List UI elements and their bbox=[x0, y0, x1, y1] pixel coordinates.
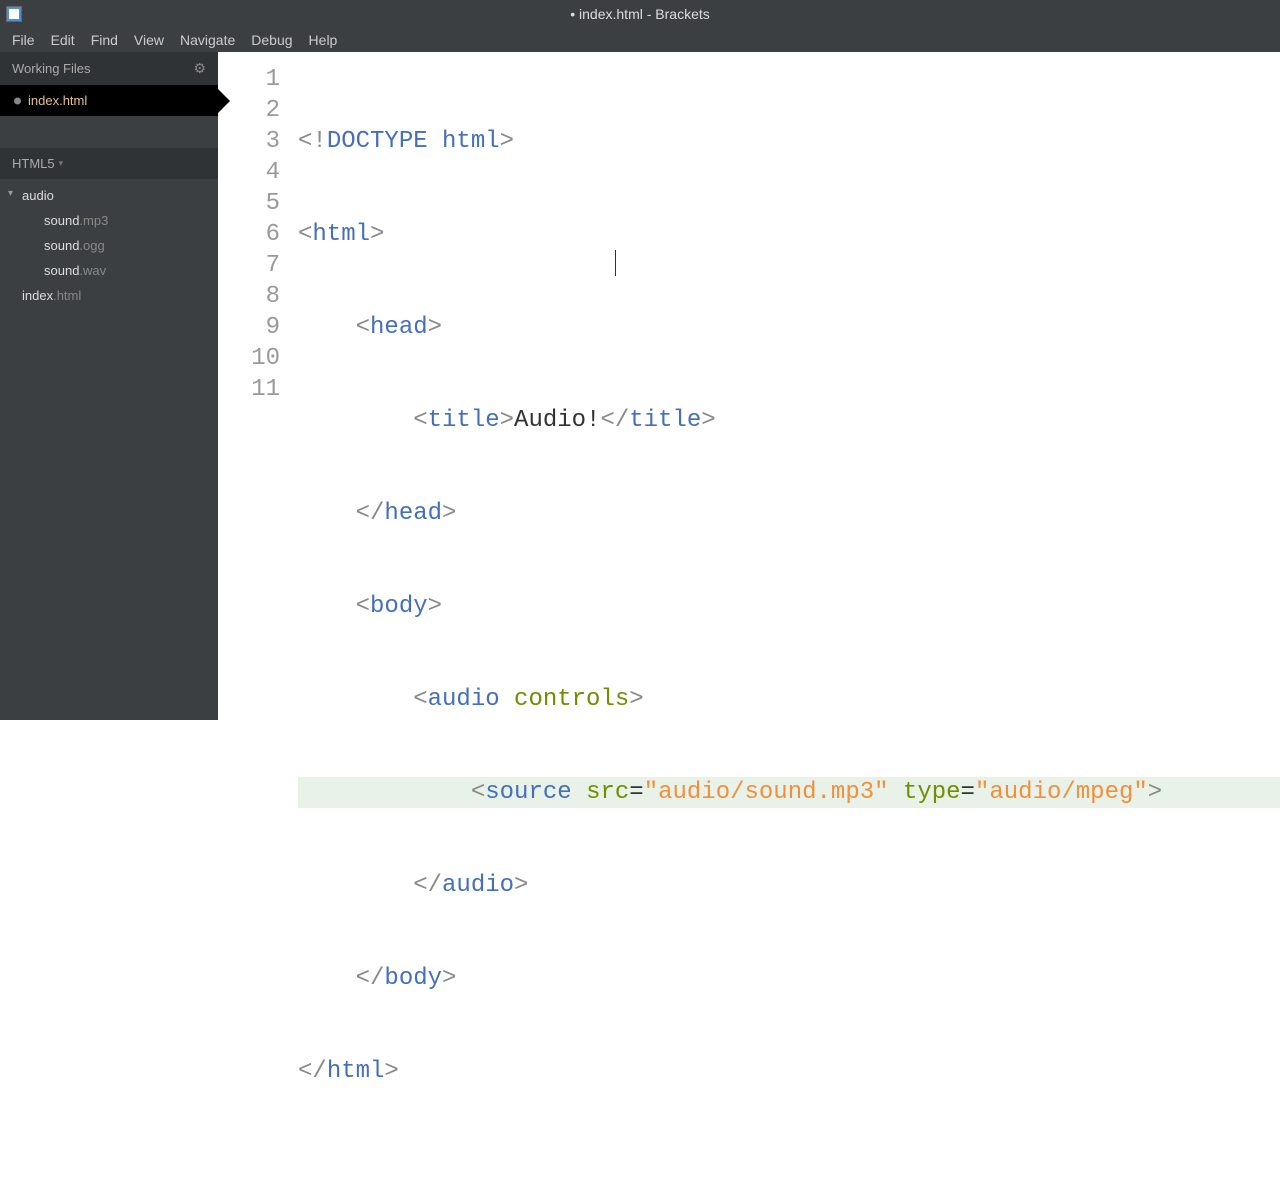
working-files-label: Working Files bbox=[12, 61, 91, 76]
tree-folder-audio[interactable]: audio bbox=[0, 183, 218, 208]
menu-find[interactable]: Find bbox=[83, 30, 126, 50]
menu-view[interactable]: View bbox=[126, 30, 172, 50]
code-line: </head> bbox=[298, 498, 1280, 529]
menubar: File Edit Find View Navigate Debug Help bbox=[0, 28, 1280, 52]
app-icon bbox=[6, 6, 22, 22]
text-cursor-icon bbox=[615, 250, 616, 276]
code-line: </html> bbox=[298, 1056, 1280, 1087]
code-line: <audio controls> bbox=[298, 684, 1280, 715]
menu-navigate[interactable]: Navigate bbox=[172, 30, 243, 50]
window-title: • index.html - Brackets bbox=[570, 6, 710, 22]
gear-icon[interactable]: ⚙ bbox=[193, 60, 206, 77]
active-file-arrow-icon bbox=[216, 87, 230, 115]
code-area[interactable]: <!DOCTYPE html> <html> <head> <title>Aud… bbox=[298, 52, 1280, 720]
project-header[interactable]: HTML5 ▾ bbox=[0, 148, 218, 179]
code-line: <head> bbox=[298, 312, 1280, 343]
code-line: <body> bbox=[298, 591, 1280, 622]
code-editor[interactable]: 1 2 3 4 5 6 7 8 9 10 11 <!DOCTYPE html> … bbox=[218, 52, 1280, 720]
code-line: <!DOCTYPE html> bbox=[298, 126, 1280, 157]
chevron-down-icon: ▾ bbox=[59, 158, 64, 169]
titlebar: • index.html - Brackets bbox=[0, 0, 1280, 28]
dirty-indicator-icon bbox=[14, 97, 21, 104]
project-label: HTML5 bbox=[12, 156, 55, 171]
menu-debug[interactable]: Debug bbox=[243, 30, 300, 50]
tree-file[interactable]: sound.ogg bbox=[0, 233, 218, 258]
file-tree: audio sound.mp3 sound.ogg sound.wav inde… bbox=[0, 179, 218, 312]
tree-file-index[interactable]: index.html bbox=[0, 283, 218, 308]
code-line: </audio> bbox=[298, 870, 1280, 901]
line-number-gutter: 1 2 3 4 5 6 7 8 9 10 11 bbox=[218, 52, 298, 720]
main-area: Working Files ⚙ index.html HTML5 ▾ audio… bbox=[0, 52, 1280, 720]
code-line: <html> bbox=[298, 219, 1280, 250]
working-file-item[interactable]: index.html bbox=[0, 85, 218, 116]
working-files-header: Working Files ⚙ bbox=[0, 52, 218, 85]
menu-file[interactable]: File bbox=[4, 30, 43, 50]
folder-name: audio bbox=[22, 188, 54, 203]
menu-help[interactable]: Help bbox=[301, 30, 346, 50]
code-line: </body> bbox=[298, 963, 1280, 994]
menu-edit[interactable]: Edit bbox=[43, 30, 83, 50]
sidebar: Working Files ⚙ index.html HTML5 ▾ audio… bbox=[0, 52, 218, 720]
code-line-active: <source src="audio/sound.mp3" type="audi… bbox=[298, 777, 1280, 808]
tree-file[interactable]: sound.mp3 bbox=[0, 208, 218, 233]
working-file-name: index.html bbox=[28, 93, 87, 108]
tree-file[interactable]: sound.wav bbox=[0, 258, 218, 283]
code-line: <title>Audio!</title> bbox=[298, 405, 1280, 436]
